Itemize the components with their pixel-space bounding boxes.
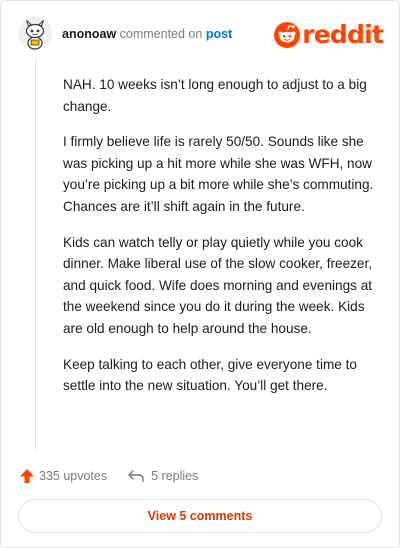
view-comments-button[interactable]: View 5 comments	[18, 499, 382, 533]
comment-paragraph: NAH. 10 weeks isn’t long enough to adjus…	[63, 77, 367, 114]
comment-paragraph: Keep talking to each other, give everyon…	[63, 356, 357, 394]
post-link[interactable]: post	[206, 27, 232, 41]
upvote-arrow-icon	[20, 469, 34, 483]
upvote-button[interactable]: 335 upvotes	[19, 468, 107, 484]
reply-count: 5 replies	[151, 469, 199, 483]
comment-body: NAH. 10 weeks isn’t long enough to adjus…	[63, 74, 375, 411]
reddit-wordmark: reddit	[302, 20, 384, 49]
reddit-logo-icon	[274, 22, 301, 48]
action-text: commented on	[119, 27, 203, 41]
replies-button[interactable]: 5 replies	[127, 468, 198, 484]
upvote-count: 335 upvotes	[39, 469, 108, 483]
username-link[interactable]: anonoaw	[62, 27, 116, 41]
comment-paragraph: Kids can watch telly or play quietly whi…	[63, 234, 373, 336]
thread-line[interactable]	[35, 59, 36, 452]
comment-paragraph: I firmly believe life is rarely 50/50. S…	[63, 134, 374, 214]
comment-header: anonoaw commented on post reddit	[18, 16, 384, 52]
reddit-logo[interactable]: reddit	[274, 20, 384, 50]
comment-card: anonoaw commented on post reddit NAH. 10…	[0, 0, 400, 548]
reply-arrow-icon	[128, 470, 144, 482]
comment-actions: 335 upvotes 5 replies	[19, 465, 198, 487]
snoo-avatar-icon[interactable]	[18, 16, 52, 50]
comment-meta: anonoaw commented on post	[62, 26, 232, 42]
